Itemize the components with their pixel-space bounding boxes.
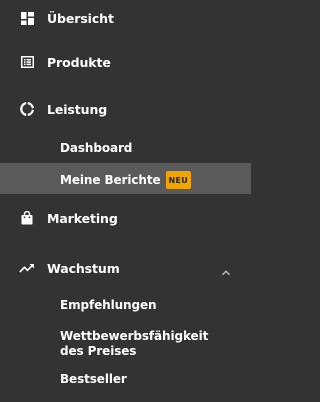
sub-item-label: Empfehlungen [60, 298, 157, 312]
nav-item-label: Wachstum [47, 260, 120, 276]
sub-item-label-wrapper: Meine Berichte NEU [60, 171, 192, 189]
sub-item-my-reports[interactable]: Meine Berichte NEU [0, 163, 251, 194]
nav-item-marketing[interactable]: Marketing [0, 208, 251, 228]
sub-item-bestseller[interactable]: Bestseller [0, 370, 251, 390]
dashboard-icon [19, 10, 35, 26]
nav-item-label: Leistung [47, 101, 108, 117]
performance-icon [19, 101, 35, 117]
sidebar-nav: Übersicht Produkte Leistung Dashboard Me… [0, 0, 251, 402]
sub-item-label: Bestseller [60, 372, 127, 386]
nav-item-products[interactable]: Produkte [0, 52, 251, 72]
nav-item-growth[interactable]: Wachstum [0, 258, 251, 278]
nav-item-label: Marketing [47, 210, 118, 226]
chevron-up-icon[interactable] [221, 263, 231, 276]
sub-item-recommendations[interactable]: Empfehlungen [0, 296, 251, 316]
trending-up-icon [19, 260, 35, 276]
shopping-bag-icon [19, 210, 35, 226]
sub-item-dashboard[interactable]: Dashboard [0, 139, 251, 159]
list-icon [19, 54, 35, 70]
sub-item-label: Wettbewerbsfähigkeit des Preises [60, 329, 209, 358]
nav-item-overview[interactable]: Übersicht [0, 8, 251, 28]
nav-item-performance[interactable]: Leistung [0, 99, 251, 119]
sub-item-label: Meine Berichte [60, 173, 161, 187]
sub-item-label: Dashboard [60, 141, 133, 155]
nav-item-label: Übersicht [47, 10, 114, 26]
sub-item-price-competitiveness[interactable]: Wettbewerbsfähigkeit des Preises [0, 327, 251, 361]
new-badge: NEU [165, 171, 192, 189]
nav-item-label: Produkte [47, 54, 111, 70]
